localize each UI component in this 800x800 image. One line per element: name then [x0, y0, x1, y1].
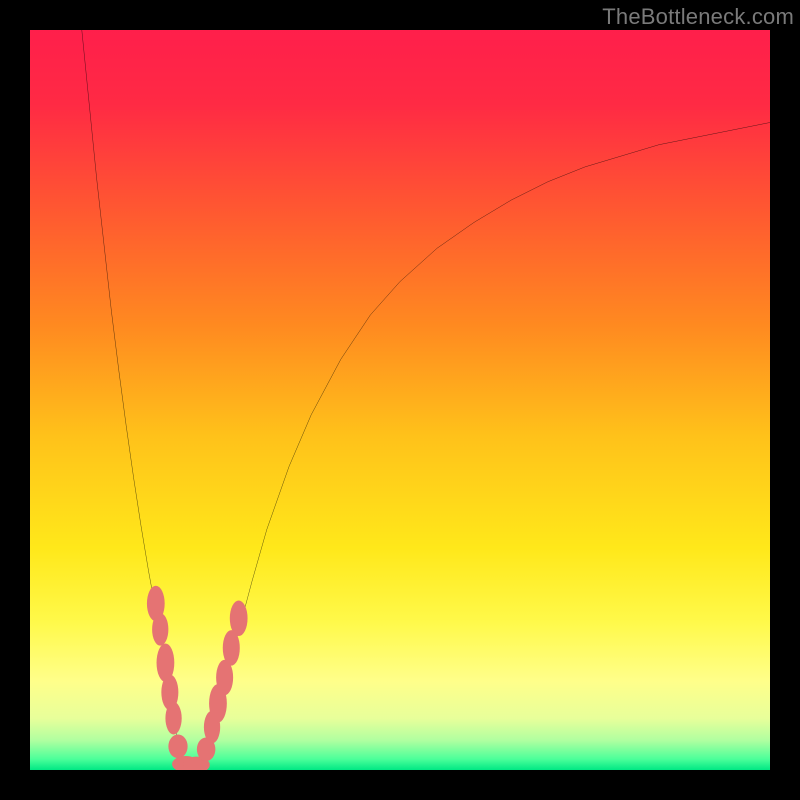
plot-area: [30, 30, 770, 770]
curve-marker: [165, 702, 181, 735]
watermark-text: TheBottleneck.com: [602, 4, 794, 30]
curve-marker: [168, 734, 187, 758]
curve-marker: [230, 601, 248, 637]
chart-frame: TheBottleneck.com: [0, 0, 800, 800]
curve-marker: [152, 613, 168, 646]
curve-markers: [147, 586, 248, 770]
bottleneck-curve: [30, 30, 770, 770]
curve-path: [82, 30, 770, 770]
